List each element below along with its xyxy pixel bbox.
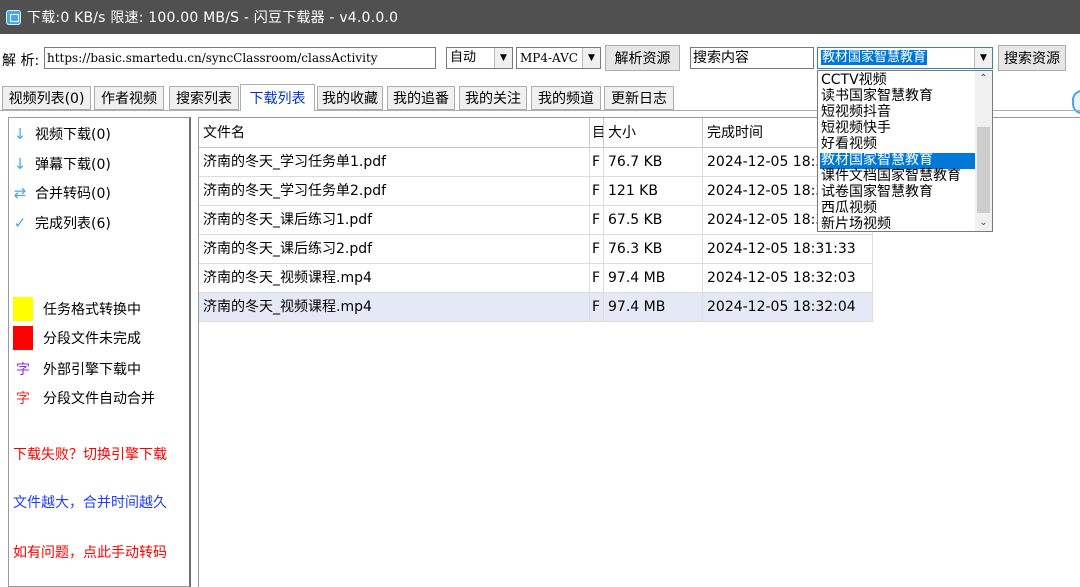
- sidebar-item-merge-transcode[interactable]: ⇄ 合并转码(0): [13, 183, 111, 203]
- search-input[interactable]: 搜索内容: [690, 47, 814, 69]
- mode-select[interactable]: 自动 ▼: [446, 47, 513, 69]
- chevron-down-icon[interactable]: ▼: [582, 48, 600, 68]
- red-swatch: [13, 326, 33, 350]
- dropdown-option-exam[interactable]: 试卷国家智慧教育: [820, 185, 975, 201]
- cell-directory: F: [590, 235, 604, 264]
- sidebar-item-danmaku-download[interactable]: ↓ 弹幕下载(0): [13, 154, 111, 174]
- url-label: 解 析:: [2, 53, 40, 69]
- tab-favorites[interactable]: 我的收藏: [317, 86, 383, 110]
- column-header-size[interactable]: 大小: [604, 118, 703, 148]
- tab-video-list[interactable]: 视频列表(0): [2, 86, 91, 110]
- cell-filename: 济南的冬天_学习任务单1.pdf: [199, 148, 590, 177]
- app-logo-icon: [6, 9, 21, 25]
- tab-following-series[interactable]: 我的追番: [387, 86, 455, 110]
- column-header-filename[interactable]: 文件名: [199, 118, 590, 148]
- table-row[interactable]: 济南的冬天_课后练习1.pdf F 67.5 KB 2024-12-05 18:…: [199, 206, 873, 235]
- legend-converting: 任务格式转换中: [13, 297, 141, 321]
- tab-following[interactable]: 我的关注: [459, 86, 527, 110]
- check-icon: ✓: [13, 214, 27, 232]
- site-select[interactable]: 教材国家智慧教育 ▼: [817, 47, 993, 69]
- manual-transcode-link[interactable]: 如有问题，点此手动转码: [13, 542, 167, 562]
- cell-filename: 济南的冬天_课后练习1.pdf: [199, 206, 590, 235]
- cell-size: 76.7 KB: [604, 148, 703, 177]
- legend-external-engine: 字 外部引擎下载中: [13, 359, 141, 379]
- red-char-icon: 字: [16, 391, 30, 407]
- table-row[interactable]: 济南的冬天_视频课程.mp4 F 97.4 MB 2024-12-05 18:3…: [199, 264, 873, 293]
- sidebar-item-completed[interactable]: ✓ 完成列表(6): [13, 213, 111, 233]
- mode-select-value: 自动: [450, 50, 477, 65]
- table-row[interactable]: 济南的冬天_学习任务单1.pdf F 76.7 KB 2024-12-05 18…: [199, 148, 873, 177]
- title-bar: 下载:0 KB/s 限速: 100.00 MB/S - 闪豆下载器 - v4.0…: [0, 0, 1080, 34]
- format-select[interactable]: MP4-AVC ▼: [516, 47, 601, 69]
- legend-auto-merge: 字 分段文件自动合并: [13, 388, 155, 408]
- dropdown-option-kuaishou[interactable]: 短视频快手: [820, 121, 975, 137]
- legend-label: 分段文件未完成: [43, 331, 141, 347]
- chevron-up-icon[interactable]: ⌃: [975, 71, 992, 87]
- legend-label: 外部引擎下载中: [43, 362, 141, 378]
- arrow-down-icon: ↓: [13, 155, 27, 173]
- purple-char-icon: 字: [16, 362, 30, 378]
- dropdown-option-courseware[interactable]: 课件文档国家智慧教育: [820, 169, 975, 185]
- sidebar-item-label: 完成列表(6): [35, 216, 111, 232]
- cell-size: 76.3 KB: [604, 235, 703, 264]
- cell-directory: F: [590, 206, 604, 235]
- dropdown-option-xinpianchang[interactable]: 新片场视频: [820, 217, 975, 233]
- tab-author-videos[interactable]: 作者视频: [94, 86, 164, 110]
- tab-channels[interactable]: 我的频道: [531, 86, 601, 110]
- cell-filename: 济南的冬天_视频课程.mp4: [199, 293, 590, 322]
- tab-search-list[interactable]: 搜索列表: [169, 86, 239, 110]
- cell-size: 121 KB: [604, 177, 703, 206]
- sidebar-item-video-download[interactable]: ↓ 视频下载(0): [13, 124, 111, 144]
- sidebar-item-label: 视频下载(0): [35, 127, 111, 143]
- dropdown-option-cctv[interactable]: CCTV视频: [820, 73, 975, 89]
- dropdown-scrollbar[interactable]: ⌃ ⌄: [975, 71, 992, 231]
- cell-filename: 济南的冬天_视频课程.mp4: [199, 264, 590, 293]
- switch-engine-link[interactable]: 下载失败？切换引擎下载: [13, 444, 167, 464]
- cell-filename: 济南的冬天_课后练习2.pdf: [199, 235, 590, 264]
- table-row[interactable]: 济南的冬天_课后练习2.pdf F 76.3 KB 2024-12-05 18:…: [199, 235, 873, 264]
- sidebar-item-label: 合并转码(0): [35, 186, 111, 202]
- chevron-down-icon[interactable]: ⌄: [975, 215, 992, 231]
- cell-directory: F: [590, 148, 604, 177]
- parse-button[interactable]: 解析资源: [605, 45, 680, 71]
- site-select-value: 教材国家智慧教育: [821, 50, 928, 65]
- legend-label: 分段文件自动合并: [43, 391, 155, 407]
- tab-download-list[interactable]: 下载列表: [240, 84, 315, 111]
- table-row[interactable]: 济南的冬天_学习任务单2.pdf F 121 KB 2024-12-05 18:…: [199, 177, 873, 206]
- cell-directory: F: [590, 293, 604, 322]
- cell-finish-time: 2024-12-05 18:31:33: [703, 235, 873, 264]
- chevron-down-icon[interactable]: ▼: [974, 48, 992, 68]
- cell-filename: 济南的冬天_学习任务单2.pdf: [199, 177, 590, 206]
- yellow-swatch: [13, 297, 33, 321]
- sidebar-item-label: 弹幕下载(0): [35, 157, 111, 173]
- scrollbar-thumb[interactable]: [977, 127, 990, 213]
- cell-directory: F: [590, 177, 604, 206]
- swap-arrows-icon: ⇄: [13, 184, 27, 202]
- merge-time-note: 文件越大，合并时间越久: [13, 495, 167, 511]
- cell-size: 97.4 MB: [604, 293, 703, 322]
- dropdown-option-textbook[interactable]: 教材国家智慧教育: [820, 153, 975, 169]
- sidebar: ↓ 视频下载(0) ↓ 弹幕下载(0) ⇄ 合并转码(0) ✓ 完成列表(6) …: [8, 117, 191, 587]
- tab-changelog[interactable]: 更新日志: [604, 86, 674, 110]
- search-button[interactable]: 搜索资源: [998, 45, 1066, 71]
- cell-finish-time: 2024-12-05 18:32:03: [703, 264, 873, 293]
- column-header-directory[interactable]: 目: [590, 118, 604, 148]
- cell-size: 67.5 KB: [604, 206, 703, 235]
- dropdown-option-douyin[interactable]: 短视频抖音: [820, 105, 975, 121]
- dropdown-option-haokan[interactable]: 好看视频: [820, 137, 975, 153]
- table-row-selected[interactable]: 济南的冬天_视频课程.mp4 F 97.4 MB 2024-12-05 18:3…: [199, 293, 873, 322]
- site-dropdown-list: CCTV视频 读书国家智慧教育 短视频抖音 短视频快手 好看视频 教材国家智慧教…: [817, 70, 993, 232]
- legend-label: 任务格式转换中: [43, 302, 141, 318]
- cell-directory: F: [590, 264, 604, 293]
- window-title: 下载:0 KB/s 限速: 100.00 MB/S - 闪豆下载器 - v4.0…: [27, 10, 399, 26]
- url-input[interactable]: https://basic.smartedu.cn/syncClassroom/…: [44, 47, 436, 69]
- dropdown-option-xigua[interactable]: 西瓜视频: [820, 201, 975, 217]
- dropdown-option-reading[interactable]: 读书国家智慧教育: [820, 89, 975, 105]
- arrow-down-icon: ↓: [13, 125, 27, 143]
- cell-size: 97.4 MB: [604, 264, 703, 293]
- legend-incomplete: 分段文件未完成: [13, 326, 141, 350]
- chevron-down-icon[interactable]: ▼: [494, 48, 512, 68]
- format-select-value: MP4-AVC: [520, 51, 578, 65]
- cell-finish-time: 2024-12-05 18:32:04: [703, 293, 873, 322]
